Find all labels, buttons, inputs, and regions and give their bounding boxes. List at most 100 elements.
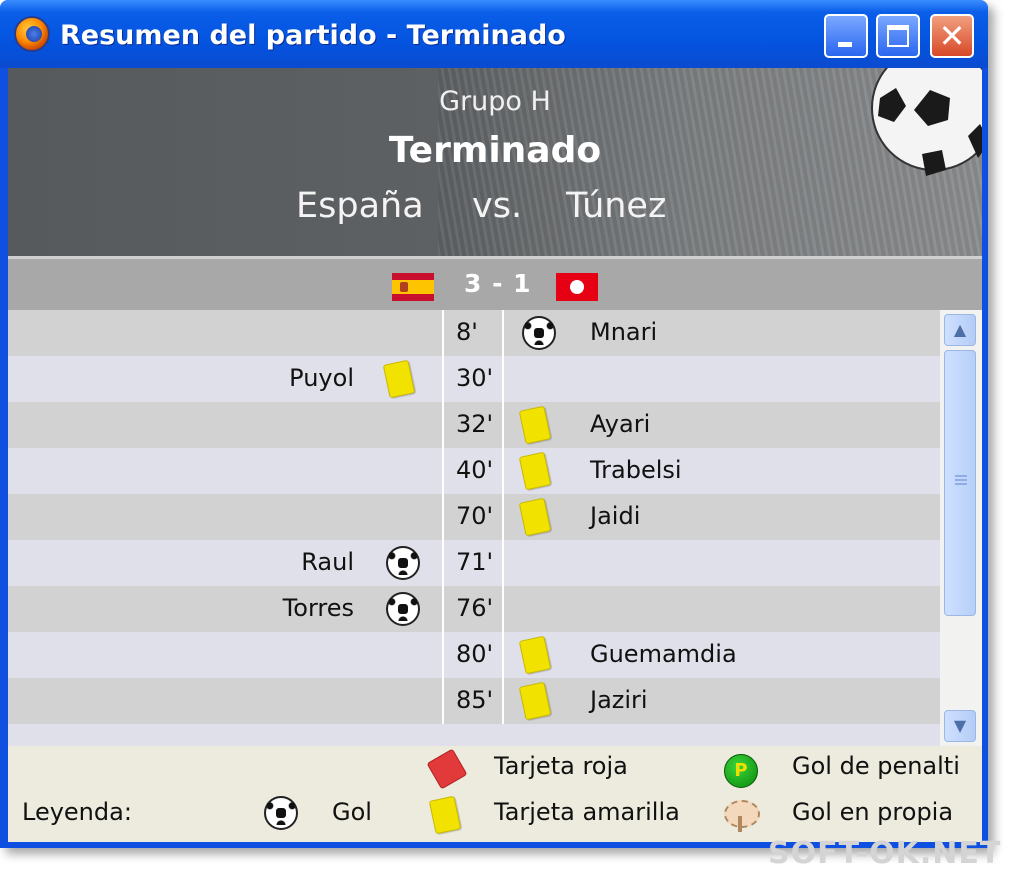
legend-yellow-card: Tarjeta amarilla	[494, 798, 680, 826]
spain-flag-icon	[392, 273, 434, 301]
events-list[interactable]: 8' Mnari Puyol 30' 32' Ayari 40' Trabelsi 70' Jai…	[8, 310, 940, 746]
minute-cell: 32'	[442, 402, 504, 448]
away-player-name: Jaidi	[590, 502, 641, 530]
scroll-down-button[interactable]: ▼	[944, 710, 976, 742]
maximize-button[interactable]	[876, 14, 920, 58]
event-minute: 32'	[456, 410, 494, 438]
away-event-cell: Jaziri	[504, 678, 940, 724]
chevron-down-icon: ▼	[953, 716, 967, 735]
away-event-cell	[504, 540, 940, 586]
close-button[interactable]: ✕	[930, 14, 974, 58]
red-card-legend-icon	[426, 748, 468, 790]
window-title: Resumen del partido - Terminado	[60, 20, 566, 51]
away-event-cell: Trabelsi	[504, 448, 940, 494]
event-row: Raul 71'	[8, 540, 940, 586]
legend-own-goal: Gol en propia	[792, 798, 954, 826]
scroll-thumb[interactable]	[944, 350, 976, 616]
score-bar: 3 - 1	[8, 256, 982, 310]
yellow-card-legend-icon	[428, 795, 462, 835]
minute-cell: 30'	[442, 356, 504, 402]
event-row: 85' Jaziri	[8, 678, 940, 724]
minute-cell: 85'	[442, 678, 504, 724]
close-icon: ✕	[938, 17, 966, 55]
yellow-card-icon	[518, 451, 552, 491]
grip-icon	[955, 475, 967, 485]
title-bar[interactable]: Resumen del partido - Terminado ✕	[0, 0, 988, 68]
minimize-icon	[838, 42, 852, 47]
event-minute: 40'	[456, 456, 494, 484]
home-team-name: España	[296, 186, 424, 226]
yellow-card-icon	[382, 359, 416, 399]
event-minute: 85'	[456, 686, 494, 714]
yellow-card-icon	[518, 405, 552, 445]
away-event-cell: Ayari	[504, 402, 940, 448]
away-event-cell	[504, 356, 940, 402]
yellow-card-icon	[518, 681, 552, 721]
event-row: Torres 76'	[8, 586, 940, 632]
event-row: 8' Mnari	[8, 310, 940, 356]
match-status: Terminado	[388, 130, 602, 171]
away-team-name: Túnez	[566, 186, 667, 226]
watermark: SOFT-OK.NET	[768, 836, 1002, 871]
away-event-cell: Jaidi	[504, 494, 940, 540]
minute-cell: 70'	[442, 494, 504, 540]
tunisia-flag-icon	[556, 273, 598, 301]
home-event-cell	[8, 678, 440, 724]
minimize-button[interactable]	[824, 14, 868, 58]
away-player-name: Trabelsi	[590, 456, 682, 484]
match-header: Grupo H Terminado España vs. Túnez	[8, 68, 982, 256]
legend-goal: Gol	[332, 798, 372, 826]
window-content: Grupo H Terminado España vs. Túnez 3 - 1…	[8, 68, 982, 842]
home-event-cell	[8, 494, 440, 540]
event-minute: 76'	[456, 594, 494, 622]
legend-penalty-goal: Gol de penalti	[792, 752, 960, 780]
event-minute: 8'	[456, 318, 478, 346]
away-player-name: Mnari	[590, 318, 658, 346]
chevron-up-icon: ▲	[953, 320, 967, 339]
away-event-cell: Guemamdia	[504, 632, 940, 678]
group-label: Grupo H	[439, 86, 551, 117]
event-row: Puyol 30'	[8, 356, 940, 402]
home-event-cell	[8, 310, 440, 356]
firefox-app-icon	[14, 16, 50, 52]
events-scrollbar[interactable]: ▲ ▼	[940, 310, 982, 746]
home-event-cell	[8, 448, 440, 494]
event-row	[8, 724, 940, 746]
yellow-card-icon	[518, 497, 552, 537]
event-minute: 30'	[456, 364, 494, 392]
legend-panel: Leyenda: Gol Tarjeta roja Tarjeta amaril…	[8, 746, 982, 842]
event-row: 40' Trabelsi	[8, 448, 940, 494]
final-score: 3 - 1	[464, 269, 532, 298]
minute-cell: 76'	[442, 586, 504, 632]
home-player-name: Torres	[282, 594, 354, 622]
goal-legend-icon	[264, 796, 298, 830]
versus-label: vs.	[472, 186, 523, 226]
minute-cell: 71'	[442, 540, 504, 586]
event-row: 32' Ayari	[8, 402, 940, 448]
away-event-cell	[504, 586, 940, 632]
event-minute: 70'	[456, 502, 494, 530]
away-player-name: Jaziri	[590, 686, 648, 714]
goal-icon	[386, 546, 420, 580]
event-minute: 80'	[456, 640, 494, 668]
home-event-cell	[8, 402, 440, 448]
legend-red-card: Tarjeta roja	[494, 752, 628, 780]
match-summary-window: Resumen del partido - Terminado ✕ Grupo …	[0, 0, 988, 848]
home-event-cell: Puyol	[8, 356, 440, 402]
minute-cell: 80'	[442, 632, 504, 678]
home-player-name: Puyol	[289, 364, 354, 392]
minute-cell: 8'	[442, 310, 504, 356]
scroll-up-button[interactable]: ▲	[944, 314, 976, 346]
event-row: 70' Jaidi	[8, 494, 940, 540]
goal-icon	[386, 592, 420, 626]
home-event-cell: Torres	[8, 586, 440, 632]
yellow-card-icon	[518, 635, 552, 675]
minute-cell: 40'	[442, 448, 504, 494]
away-player-name: Ayari	[590, 410, 651, 438]
event-row: 80' Guemamdia	[8, 632, 940, 678]
away-event-cell: Mnari	[504, 310, 940, 356]
home-event-cell: Raul	[8, 540, 440, 586]
home-player-name: Raul	[301, 548, 354, 576]
away-player-name: Guemamdia	[590, 640, 737, 668]
goal-icon	[522, 316, 556, 350]
